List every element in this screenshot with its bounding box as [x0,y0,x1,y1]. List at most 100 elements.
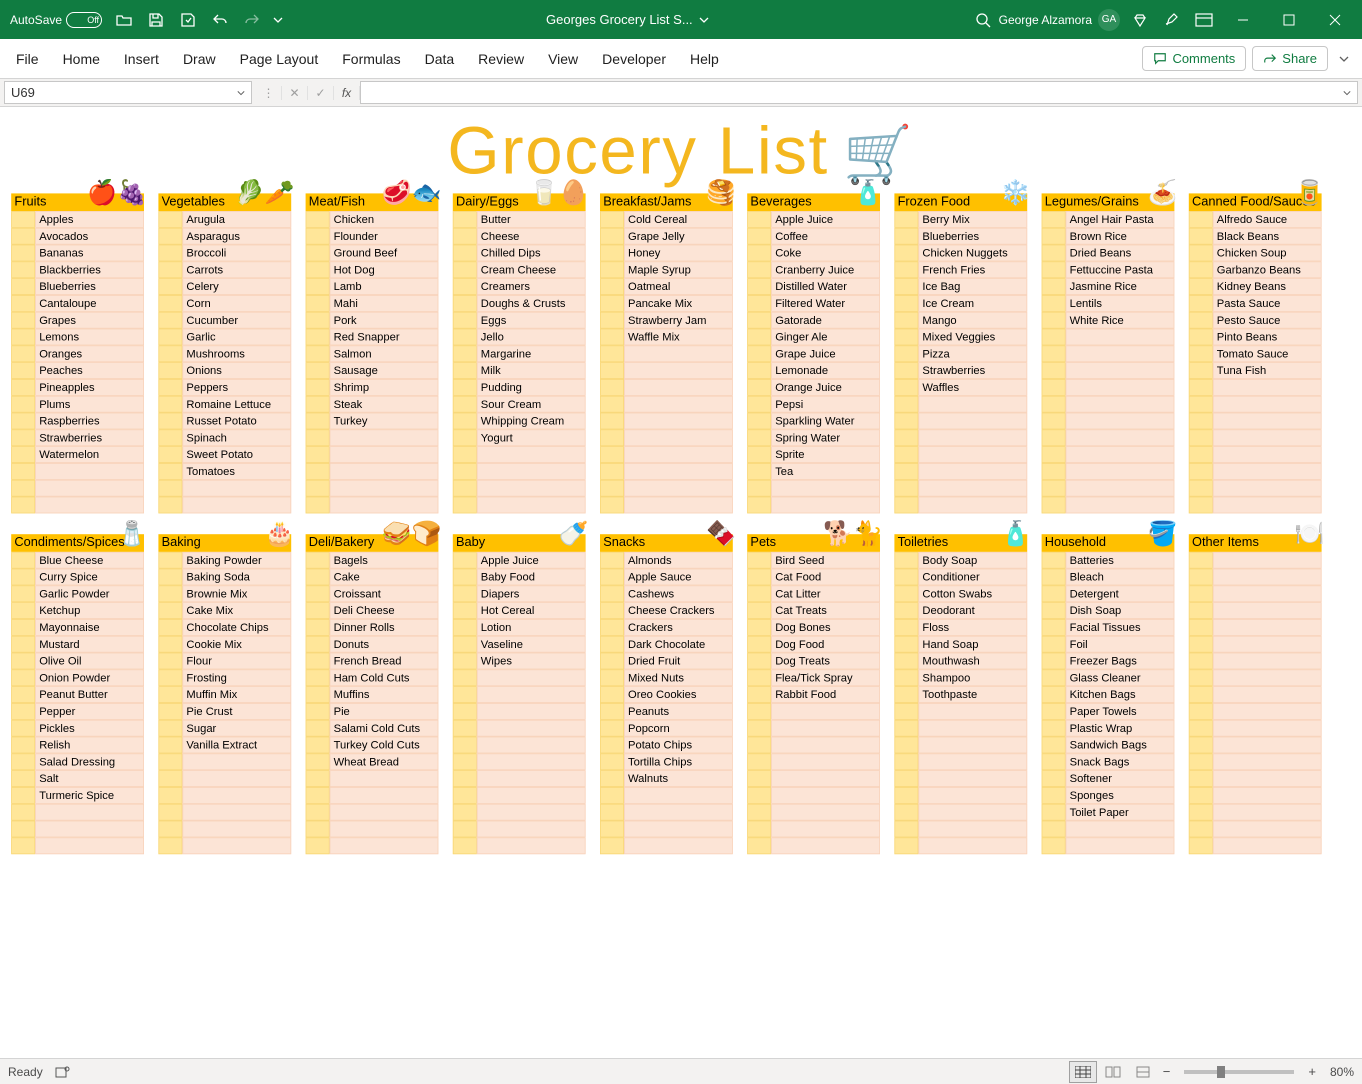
item-label[interactable] [1066,329,1175,346]
checkbox-cell[interactable] [158,245,182,262]
checkbox-cell[interactable] [600,245,624,262]
checkbox-cell[interactable] [1189,262,1213,279]
checkbox-cell[interactable] [11,379,35,396]
item-label[interactable] [918,497,1027,514]
checkbox-cell[interactable] [1042,497,1066,514]
checkbox-cell[interactable] [453,737,477,754]
item-label[interactable] [330,446,439,463]
checkbox-cell[interactable] [600,586,624,603]
item-label[interactable]: Mushrooms [182,346,291,363]
checkbox-cell[interactable] [158,497,182,514]
checkbox-cell[interactable] [894,211,918,228]
checkbox-cell[interactable] [894,619,918,636]
checkbox-cell[interactable] [11,619,35,636]
ribbon-tab-formulas[interactable]: Formulas [330,39,412,78]
item-label[interactable] [1213,552,1322,569]
checkbox-cell[interactable] [894,804,918,821]
item-label[interactable]: Mustard [35,636,144,653]
item-label[interactable] [624,346,733,363]
item-label[interactable] [1066,446,1175,463]
item-label[interactable] [771,770,880,787]
checkbox-cell[interactable] [747,787,771,804]
item-label[interactable]: Muffin Mix [182,686,291,703]
checkbox-cell[interactable] [453,329,477,346]
checkbox-cell[interactable] [747,754,771,771]
item-label[interactable]: Grape Juice [771,346,880,363]
item-label[interactable] [918,463,1027,480]
item-label[interactable] [477,821,586,838]
checkbox-cell[interactable] [306,346,330,363]
checkbox-cell[interactable] [1189,821,1213,838]
checkbox-cell[interactable] [306,754,330,771]
ribbon-tab-insert[interactable]: Insert [112,39,171,78]
checkbox-cell[interactable] [11,396,35,413]
checkbox-cell[interactable] [894,720,918,737]
checkbox-cell[interactable] [1042,228,1066,245]
item-label[interactable]: Cold Cereal [624,211,733,228]
item-label[interactable] [477,804,586,821]
checkbox-cell[interactable] [158,446,182,463]
item-label[interactable] [1066,413,1175,430]
checkbox-cell[interactable] [306,602,330,619]
checkbox-cell[interactable] [11,569,35,586]
zoom-in-button[interactable]: + [1304,1064,1320,1079]
item-label[interactable]: Flour [182,653,291,670]
checkbox-cell[interactable] [158,278,182,295]
checkbox-cell[interactable] [1189,329,1213,346]
checkbox-cell[interactable] [11,463,35,480]
item-label[interactable]: Hot Cereal [477,602,586,619]
maximize-button[interactable] [1266,1,1312,39]
item-label[interactable]: Waffle Mix [624,329,733,346]
checkbox-cell[interactable] [894,262,918,279]
item-label[interactable]: Peanuts [624,703,733,720]
checkbox-cell[interactable] [1189,552,1213,569]
checkbox-cell[interactable] [453,262,477,279]
item-label[interactable]: Pepsi [771,396,880,413]
checkbox-cell[interactable] [306,312,330,329]
document-title[interactable]: Georges Grocery List S... [546,12,709,27]
item-label[interactable]: Hand Soap [918,636,1027,653]
checkbox-cell[interactable] [11,480,35,497]
checkbox-cell[interactable] [1042,754,1066,771]
item-label[interactable]: Walnuts [624,770,733,787]
item-label[interactable]: Chicken [330,211,439,228]
item-label[interactable]: Cat Litter [771,586,880,603]
item-label[interactable]: Grape Jelly [624,228,733,245]
checkbox-cell[interactable] [1189,770,1213,787]
checkbox-cell[interactable] [894,228,918,245]
item-label[interactable]: Curry Spice [35,569,144,586]
checkbox-cell[interactable] [747,312,771,329]
checkbox-cell[interactable] [306,211,330,228]
ribbon-tab-help[interactable]: Help [678,39,731,78]
item-label[interactable]: Peanut Butter [35,686,144,703]
checkbox-cell[interactable] [158,703,182,720]
checkbox-cell[interactable] [453,446,477,463]
checkbox-cell[interactable] [158,653,182,670]
item-label[interactable]: Cheese Crackers [624,602,733,619]
checkbox-cell[interactable] [747,497,771,514]
item-label[interactable]: Apple Sauce [624,569,733,586]
item-label[interactable]: Pasta Sauce [1213,295,1322,312]
checkbox-cell[interactable] [1189,346,1213,363]
item-label[interactable]: Dark Chocolate [624,636,733,653]
item-label[interactable] [624,804,733,821]
checkbox-cell[interactable] [1189,686,1213,703]
view-page-break-button[interactable] [1129,1061,1157,1083]
item-label[interactable] [1066,497,1175,514]
item-label[interactable] [771,720,880,737]
checkbox-cell[interactable] [11,346,35,363]
item-label[interactable] [918,703,1027,720]
checkbox-cell[interactable] [1189,586,1213,603]
item-label[interactable]: Mahi [330,295,439,312]
checkbox-cell[interactable] [1189,312,1213,329]
item-label[interactable]: Black Beans [1213,228,1322,245]
item-label[interactable] [1066,379,1175,396]
checkbox-cell[interactable] [11,312,35,329]
macro-record-icon[interactable] [55,1065,71,1079]
item-label[interactable]: Batteries [1066,552,1175,569]
checkbox-cell[interactable] [1042,396,1066,413]
item-label[interactable]: Rabbit Food [771,686,880,703]
checkbox-cell[interactable] [11,602,35,619]
checkbox-cell[interactable] [600,430,624,447]
checkbox-cell[interactable] [1189,636,1213,653]
